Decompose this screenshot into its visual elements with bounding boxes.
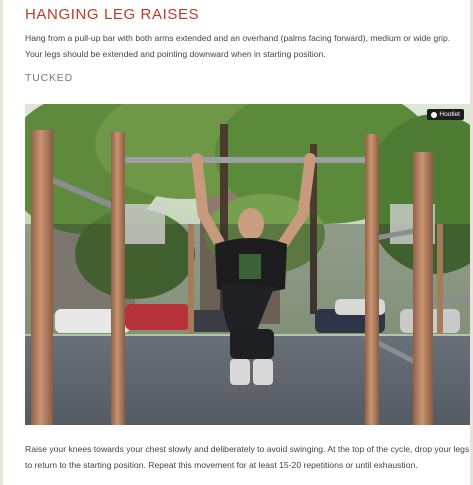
intro-paragraph: Hang from a pull-up bar with both arms e… [25, 33, 451, 59]
variation-subheading: TUCKED [25, 72, 73, 84]
parked-car-red [125, 304, 190, 330]
wooden-post [365, 134, 379, 425]
photo-illustration [25, 104, 470, 425]
hootlet-label: Hootlet [439, 111, 460, 118]
wooden-post [413, 152, 433, 425]
wooden-post [188, 224, 194, 334]
hootlet-badge[interactable]: Hootlet [427, 109, 464, 120]
instruction-paragraph: Raise your knees towards your chest slow… [25, 444, 470, 470]
basketball-backboard [125, 204, 165, 244]
wooden-post [111, 132, 125, 425]
wooden-post [437, 224, 443, 334]
page-edge-left [0, 0, 3, 485]
exercise-photo: Hootlet [25, 104, 470, 425]
owl-icon [431, 111, 438, 118]
section-title: HANGING LEG RAISES [25, 6, 200, 23]
wooden-post [31, 130, 53, 425]
